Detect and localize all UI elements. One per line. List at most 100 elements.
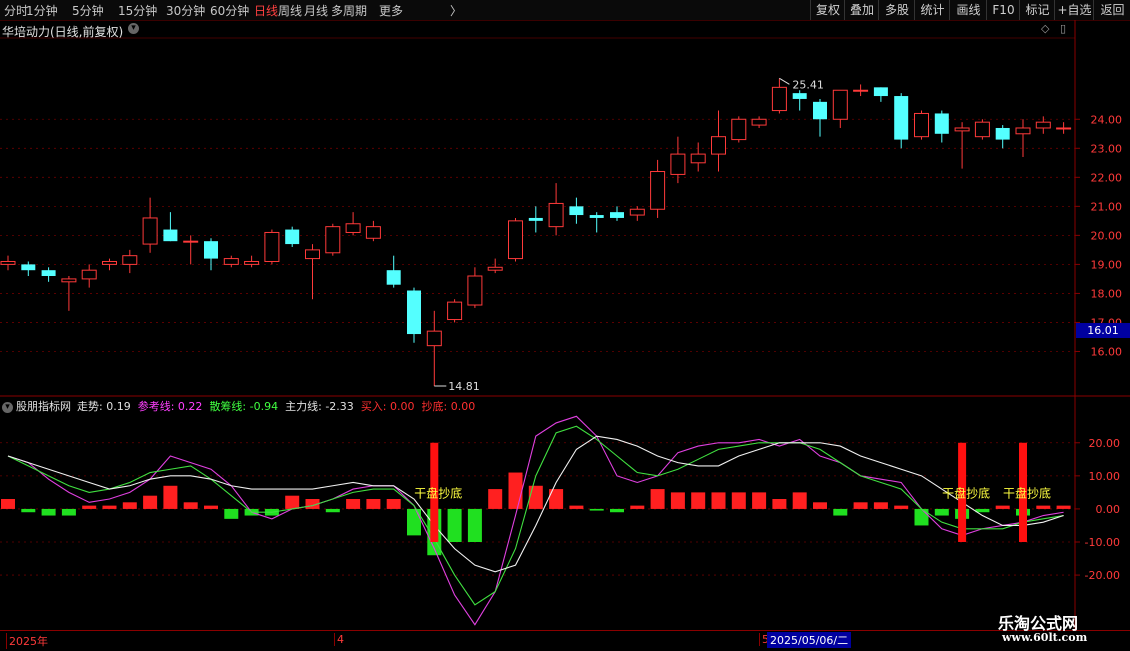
histogram-bar: [853, 502, 868, 509]
candle-body: [771, 86, 787, 112]
top-toolbar: 分时 1分钟 5分钟 15分钟 30分钟 60分钟 日线 周线 月线 多周期 更多 〉 复权 叠加 多股 统计…: [0, 0, 1130, 21]
indicator-label: 抄底:: [421, 400, 448, 413]
candle-body: [995, 127, 1010, 140]
histogram-bar: [163, 485, 178, 509]
indicator-label: 买入:: [360, 400, 387, 413]
histogram-bar: [285, 495, 300, 509]
candle-body: [285, 229, 300, 245]
indicator-value-2: 散筹线: -0.94: [209, 400, 278, 413]
indicator-number: -0.94: [246, 400, 279, 413]
indicator-value-5: 抄底: 0.00: [422, 400, 476, 413]
toolbar-button-0[interactable]: 复权: [810, 0, 845, 20]
candle-body: [122, 255, 138, 265]
histogram-bar: [488, 489, 503, 509]
candle-body: [447, 301, 463, 321]
toolbar-button-1[interactable]: 叠加: [844, 0, 879, 20]
cursor-date-badge: 2025/05/06/二: [767, 632, 852, 648]
price-tick-label: 22.00: [1091, 171, 1123, 184]
pane-toggle-icon[interactable]: ▯: [1060, 22, 1066, 35]
histogram-bar: [731, 492, 746, 509]
candle-body: [914, 112, 929, 138]
histogram-bar: [670, 492, 685, 509]
histogram-bar: [772, 499, 787, 509]
candle-body: [548, 202, 564, 228]
diamond-icon[interactable]: ◇: [1041, 22, 1049, 35]
price-tick-label: 23.00: [1091, 142, 1123, 155]
candle-body: [1015, 127, 1031, 135]
timeline-bar[interactable]: 2025年 4 5 2025/05/06/二: [0, 630, 1130, 651]
histogram-bar: [894, 505, 909, 509]
indicator-value-3: 主力线: -2.33: [285, 400, 354, 413]
indicator-number: 0.00: [386, 400, 415, 413]
toolbar-button-6[interactable]: 标记: [1019, 0, 1055, 20]
histogram-bar: [995, 505, 1010, 509]
histogram-bar: [914, 508, 929, 526]
chevron-down-icon[interactable]: ▾: [128, 23, 139, 34]
indicator-tick-label: -10.00: [1085, 536, 1120, 549]
candle-body: [792, 93, 807, 99]
candle-body: [853, 89, 869, 92]
toolbar-item-7[interactable]: 周线: [278, 2, 302, 19]
toolbar-item-10[interactable]: 更多: [379, 2, 403, 19]
toolbar-item-0[interactable]: 分时: [4, 2, 28, 19]
candle-body: [426, 330, 442, 347]
histogram-bar: [711, 492, 726, 509]
histogram-bar: [82, 505, 97, 509]
toolbar-button-7[interactable]: +自选: [1054, 0, 1094, 20]
candle-body: [1056, 127, 1072, 130]
signal-label: 干盘抄底: [414, 486, 462, 501]
toolbar-button-3[interactable]: 统计: [914, 0, 950, 20]
toolbar-button-5[interactable]: F10: [986, 0, 1020, 20]
indicator-number: 0.19: [102, 400, 131, 413]
toolbar-item-9[interactable]: 多周期: [331, 2, 367, 19]
candle-body: [365, 226, 381, 239]
indicator-number: 0.22: [174, 400, 203, 413]
candle-body: [163, 229, 178, 242]
current-price-badge: 16.01: [1076, 323, 1130, 338]
indicator-label: 走势:: [77, 400, 103, 413]
toolbar-button-2[interactable]: 多股: [878, 0, 915, 20]
chips-line: [7, 425, 1064, 606]
candle-body: [41, 270, 56, 276]
indicator-value-4: 买入: 0.00: [361, 400, 415, 413]
candle-body: [1035, 121, 1051, 129]
toolbar-item-6[interactable]: 日线: [254, 2, 278, 19]
chart-area: 25.4114.81 干盘抄底 干盘抄底 干盘抄底 24.0023.0022.002…: [0, 20, 1130, 630]
indicator-label: 参考线:: [137, 400, 175, 413]
candle-body: [650, 171, 666, 210]
price-tick-label: 21.00: [1091, 200, 1123, 213]
toolbar-item-2[interactable]: 5分钟: [72, 2, 104, 19]
toolbar-item-3[interactable]: 15分钟: [118, 2, 157, 19]
signal-label: 干盘抄底: [942, 486, 990, 501]
histogram-bar: [873, 502, 888, 509]
histogram-bar: [467, 508, 482, 542]
candle-body: [954, 127, 970, 132]
histogram-bar: [366, 499, 381, 509]
candle-body: [21, 264, 36, 271]
toolbar-item-8[interactable]: 月线: [304, 2, 328, 19]
histogram-bar: [102, 505, 117, 509]
toolbar-button-4[interactable]: 画线: [949, 0, 987, 20]
toolbar-item-4[interactable]: 30分钟: [166, 2, 205, 19]
timeline-label-0: 2025年: [6, 633, 48, 649]
indicator-menu-icon[interactable]: ▾: [2, 401, 13, 413]
candle-body: [407, 290, 421, 335]
histogram-bar: [610, 508, 624, 513]
indicator-number: 0.00: [447, 400, 476, 413]
candle-body: [731, 118, 747, 141]
candle-body: [670, 153, 686, 175]
indicator-value-0: 走势: 0.19: [77, 400, 131, 413]
low-price-label: 14.81: [448, 380, 480, 393]
indicator-name: 股朋指标网: [16, 400, 71, 413]
histogram-bar: [508, 472, 523, 509]
toolbar-item-5[interactable]: 60分钟: [210, 2, 249, 19]
histogram-bar: [143, 495, 158, 509]
indicator-value-1: 参考线: 0.22: [138, 400, 203, 413]
histogram-bar: [447, 508, 462, 542]
toolbar-item-1[interactable]: 1分钟: [26, 2, 58, 19]
toolbar-button-8[interactable]: 返回: [1093, 0, 1130, 20]
candle-body: [264, 231, 280, 262]
candle-body: [894, 96, 909, 140]
more-arrow-icon[interactable]: 〉: [450, 2, 462, 19]
candle-body: [832, 89, 848, 120]
